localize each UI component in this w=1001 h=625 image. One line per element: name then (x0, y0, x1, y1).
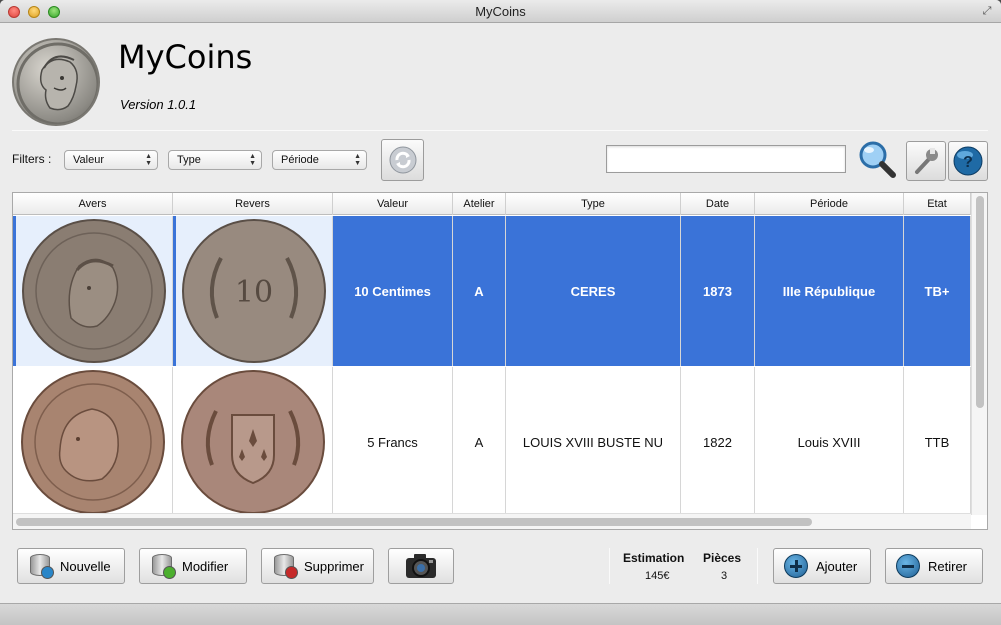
refresh-icon (389, 146, 416, 174)
fullscreen-icon[interactable]: ⤢ (981, 5, 993, 17)
atelier-cell: A (453, 367, 506, 517)
add-piece-label: Ajouter (816, 558, 858, 574)
coins-table[interactable]: Avers Revers Valeur Atelier Type Date Pé… (12, 192, 988, 530)
magnifier-icon (859, 141, 896, 178)
column-header-date[interactable]: Date (681, 193, 755, 215)
database-delete-icon (272, 553, 298, 579)
database-add-icon (28, 553, 54, 579)
new-coin-label: Nouvelle (60, 558, 111, 574)
delete-coin-label: Supprimer (304, 558, 364, 574)
valeur-filter-select[interactable]: Valeur ▲ ▼ (64, 150, 158, 170)
zoom-window-button[interactable] (48, 6, 60, 18)
coin-obverse-ceres-image (22, 219, 166, 363)
estimation-label: Estimation (623, 551, 685, 565)
new-coin-button[interactable]: Nouvelle (17, 548, 125, 584)
etat-cell: TTB (904, 367, 971, 517)
valeur-cell: 10 Centimes (333, 216, 453, 366)
valeur-cell: 5 Francs (333, 367, 453, 517)
help-button[interactable]: ? (948, 141, 988, 181)
refresh-button[interactable] (381, 139, 424, 181)
periode-filter-select[interactable]: Période ▲ ▼ (272, 150, 367, 170)
estimation-value: 145€ (645, 570, 670, 582)
coin-reverse-5-francs-image (180, 370, 325, 514)
reverse-image-cell: 10 (173, 216, 333, 366)
settings-button[interactable] (906, 141, 946, 181)
app-version: Version 1.0.1 (120, 97, 197, 112)
select-arrows-icon: ▲ ▼ (354, 153, 361, 167)
header-divider (12, 130, 988, 131)
table-header: Avers Revers Valeur Atelier Type Date Pé… (13, 193, 971, 215)
plus-icon (784, 554, 808, 578)
add-piece-button[interactable]: Ajouter (773, 548, 871, 584)
window-bottom-bar (0, 603, 1001, 625)
select-arrows-icon: ▲ ▼ (145, 153, 152, 167)
table-row[interactable]: 10 10 Centimes A CERES 1873 IIIe Républi… (13, 216, 971, 366)
periode-cell: Louis XVIII (755, 367, 904, 517)
column-header-atelier[interactable]: Atelier (453, 193, 506, 215)
svg-text:?: ? (963, 154, 973, 171)
coin-obverse-louis-xviii-image (20, 370, 165, 514)
edit-coin-button[interactable]: Modifier (139, 548, 247, 584)
delete-coin-button[interactable]: Supprimer (261, 548, 374, 584)
vertical-scroll-thumb[interactable] (976, 196, 984, 408)
type-cell: CERES (506, 216, 681, 366)
search-button[interactable] (856, 139, 898, 181)
stats-divider-left (609, 548, 610, 584)
date-cell: 1873 (681, 216, 755, 366)
date-cell: 1822 (681, 367, 755, 517)
coin-reverse-10-centimes-image: 10 (182, 219, 326, 363)
atelier-cell: A (453, 216, 506, 366)
edit-coin-label: Modifier (182, 558, 229, 574)
etat-cell: TB+ (904, 216, 971, 366)
search-input[interactable] (606, 145, 846, 173)
valeur-filter-value: Valeur (73, 154, 104, 166)
database-edit-icon (150, 553, 176, 579)
wrench-icon (915, 148, 938, 174)
reverse-image-cell (173, 367, 333, 517)
window-title: MyCoins (475, 4, 526, 19)
column-header-periode[interactable]: Période (755, 193, 904, 215)
camera-icon (406, 554, 436, 578)
minus-icon (896, 554, 920, 578)
type-cell: LOUIS XVIII BUSTE NU (506, 367, 681, 517)
help-icon: ? (953, 146, 983, 176)
obverse-image-cell (13, 367, 173, 517)
horizontal-scrollbar[interactable] (13, 513, 971, 529)
app-window: MyCoins ⤢ MyCoins Version 1.0.1 Filters … (0, 0, 1001, 625)
close-window-button[interactable] (8, 6, 20, 18)
remove-piece-button[interactable]: Retirer (885, 548, 983, 584)
column-header-type[interactable]: Type (506, 193, 681, 215)
app-logo-coin (12, 38, 100, 126)
app-title: MyCoins (118, 38, 253, 76)
obverse-image-cell (13, 216, 173, 366)
svg-text:10: 10 (235, 275, 273, 310)
stats-divider-right (757, 548, 758, 584)
periode-filter-value: Période (281, 154, 319, 166)
column-header-etat[interactable]: Etat (904, 193, 971, 215)
minimize-window-button[interactable] (28, 6, 40, 18)
type-filter-value: Type (177, 154, 201, 166)
filters-label: Filters : (12, 152, 52, 166)
remove-piece-label: Retirer (928, 558, 968, 574)
pieces-label: Pièces (703, 551, 742, 565)
type-filter-select[interactable]: Type ▲ ▼ (168, 150, 262, 170)
column-header-valeur[interactable]: Valeur (333, 193, 453, 215)
camera-button[interactable] (388, 548, 454, 584)
table-row[interactable]: 5 Francs A LOUIS XVIII BUSTE NU 1822 Lou… (13, 367, 971, 517)
pieces-value: 3 (721, 570, 728, 582)
title-bar: MyCoins ⤢ (0, 0, 1001, 23)
periode-cell: IIIe République (755, 216, 904, 366)
select-arrows-icon: ▲ ▼ (249, 153, 256, 167)
column-header-avers[interactable]: Avers (13, 193, 173, 215)
vertical-scrollbar[interactable] (971, 193, 987, 515)
column-header-revers[interactable]: Revers (173, 193, 333, 215)
horizontal-scroll-thumb[interactable] (16, 518, 812, 526)
